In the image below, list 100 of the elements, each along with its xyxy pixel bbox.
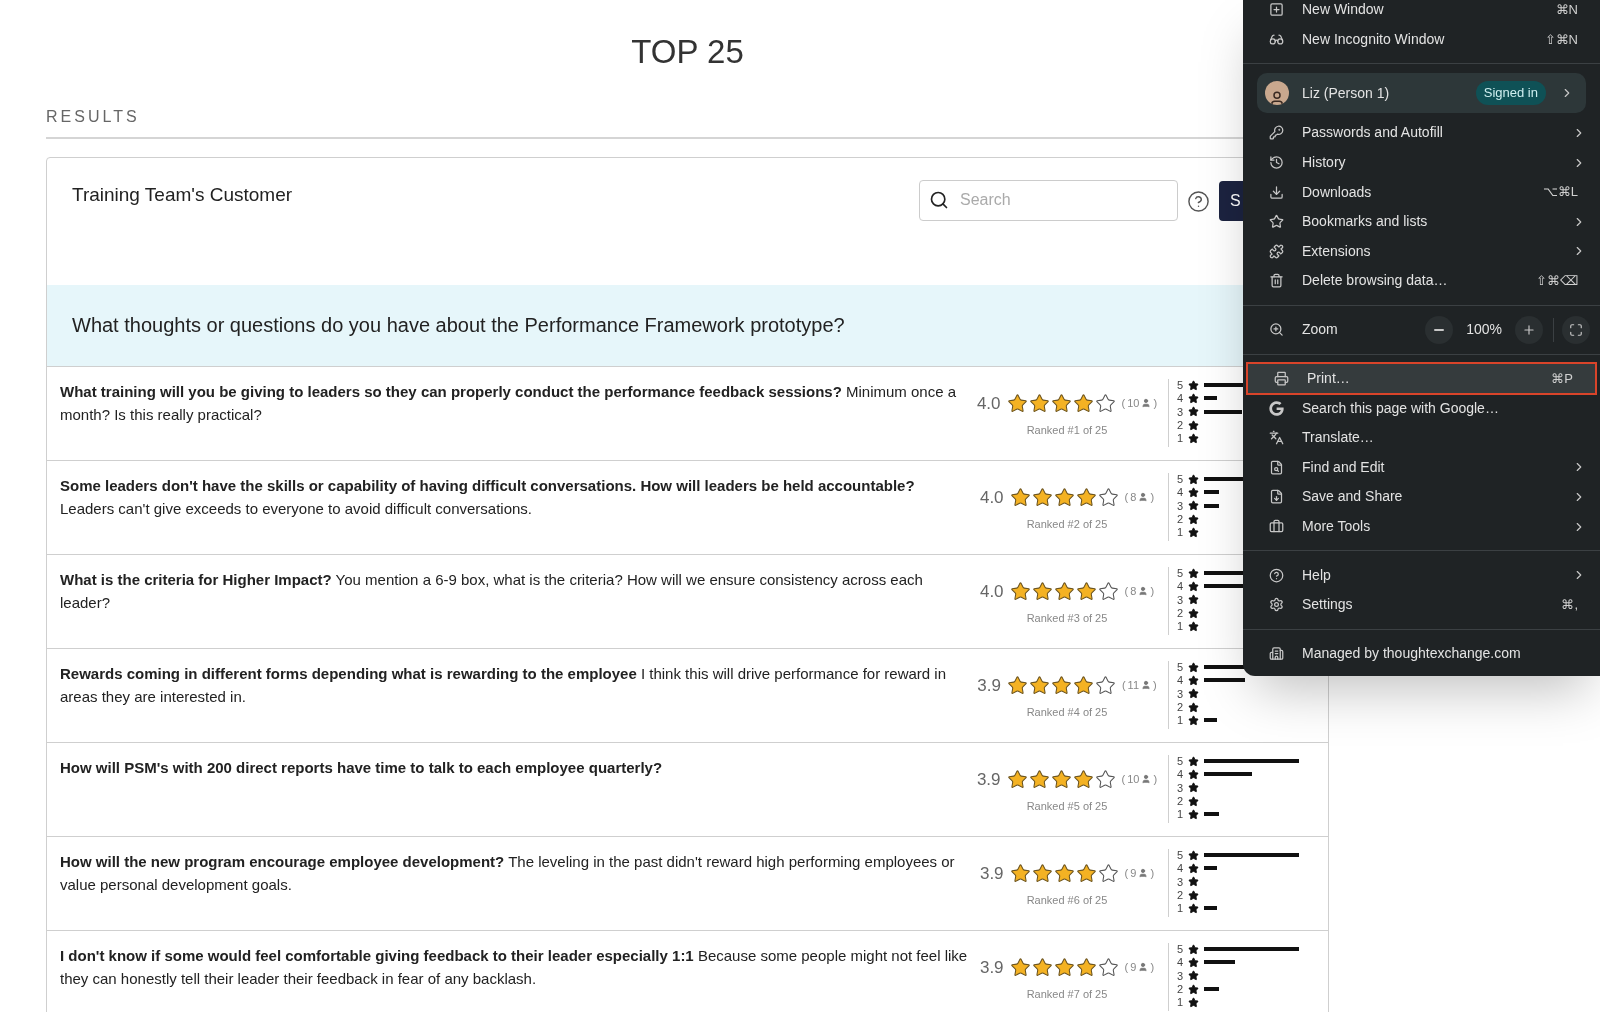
- avatar: [1265, 81, 1289, 106]
- zoom-label: Zoom: [1302, 320, 1338, 340]
- person-icon: [1138, 868, 1149, 879]
- menu-item[interactable]: Settings ⌘,: [1243, 589, 1600, 620]
- filled-star-icon: [1009, 580, 1031, 602]
- menu-item[interactable]: Extensions: [1243, 236, 1600, 267]
- fullscreen-button[interactable]: [1562, 315, 1590, 344]
- puzzle-icon: [1269, 243, 1284, 259]
- rating-label: 4: [1177, 861, 1185, 877]
- filled-star-icon: [1009, 862, 1031, 884]
- translate-icon: [1269, 430, 1284, 446]
- star-icon: [1188, 674, 1199, 686]
- star-icon: [1188, 808, 1199, 820]
- rating-bar: [1204, 906, 1218, 911]
- search-field[interactable]: Search: [919, 179, 1178, 221]
- rating-bar: [1204, 396, 1218, 401]
- menu-item[interactable]: Translate…: [1243, 422, 1600, 453]
- menu-item[interactable]: New Window ⌘N: [1243, 0, 1600, 25]
- rating-label: 5: [1177, 753, 1185, 769]
- menu-item[interactable]: New Incognito Window ⇧⌘N: [1243, 24, 1600, 55]
- menu-item[interactable]: History: [1243, 147, 1600, 178]
- thought-text: Rewards coming in different forms depending what is rewarding to the employee I think this will drive performance for reward in areas they are interested in.: [59, 663, 948, 707]
- score: 4.0: [976, 392, 1001, 415]
- zoom-level: 100%: [1466, 320, 1502, 340]
- rating-label: 4: [1177, 673, 1185, 689]
- filled-star-icon: [1006, 768, 1028, 790]
- thought-text: How will the new program encourage employee development? The leveling in the past didn't reward high performing employees or value personal development goals.: [59, 851, 956, 895]
- menu-item[interactable]: Bookmarks and lists: [1243, 206, 1600, 237]
- rank-label: Ranked #1 of 25: [1026, 423, 1108, 438]
- rating-label: 2: [1177, 605, 1185, 621]
- building-icon: [1269, 645, 1284, 661]
- signed-in-badge: Signed in: [1475, 81, 1546, 105]
- rating-bar: [1204, 772, 1252, 777]
- participant-count: ( 10 ): [1121, 772, 1158, 787]
- score: 3.9: [979, 956, 1004, 979]
- participant-count: ( 11 ): [1121, 678, 1157, 693]
- menu-item[interactable]: Help: [1243, 560, 1600, 590]
- star-icon: [1188, 379, 1199, 391]
- menu-item[interactable]: Delete browsing data… ⇧⌘⌫: [1243, 266, 1600, 296]
- person-icon: [1141, 774, 1152, 785]
- zoom-in-button[interactable]: [1515, 315, 1543, 344]
- filled-star-icon: [1028, 768, 1050, 790]
- filled-star-icon: [1050, 392, 1072, 414]
- shortcut-label: ⌘N: [1555, 1, 1578, 20]
- star-icon: [1188, 889, 1199, 901]
- rating-label: 4: [1177, 391, 1185, 407]
- score: 4.0: [979, 486, 1004, 509]
- menu-item[interactable]: Save and Share: [1243, 482, 1600, 512]
- filled-star-icon: [1072, 392, 1094, 414]
- participant-count: ( 9 ): [1124, 960, 1155, 975]
- star-icon: [1188, 661, 1199, 673]
- rank-label: Ranked #6 of 25: [1026, 893, 1108, 908]
- zoom-icon: [1269, 322, 1284, 338]
- rating-label: 4: [1177, 485, 1185, 501]
- rating-label: 2: [1177, 793, 1185, 809]
- star-icon: [1188, 862, 1199, 874]
- help-icon: [1269, 567, 1284, 583]
- star-icon: [1188, 392, 1199, 404]
- star-icon: [1188, 956, 1199, 968]
- filled-star-icon: [1075, 580, 1097, 602]
- filled-star-icon: [1053, 486, 1075, 508]
- star-icon: [1188, 513, 1199, 525]
- rating-label: 2: [1177, 417, 1185, 433]
- rating-label: 2: [1177, 511, 1185, 527]
- shortcut-label: ⌘,: [1561, 595, 1578, 614]
- filled-star-icon: [1031, 862, 1053, 884]
- menu-item[interactable]: Managed by thoughtexchange.com: [1243, 638, 1600, 669]
- menu-item[interactable]: Search this page with Google…: [1243, 393, 1600, 423]
- rank-label: Ranked #3 of 25: [1026, 611, 1108, 626]
- help-icon[interactable]: [1187, 189, 1210, 213]
- profile-row[interactable]: Liz (Person 1) Signed in: [1257, 73, 1586, 114]
- rating-label: 1: [1177, 619, 1185, 635]
- star-icon: [1188, 526, 1199, 538]
- rating-label: 5: [1177, 659, 1185, 675]
- printer-icon: [1274, 371, 1289, 387]
- star-icon: [1188, 755, 1199, 767]
- menu-item[interactable]: Passwords and Autofill: [1243, 118, 1600, 148]
- menu-item[interactable]: Print… ⌘P: [1248, 363, 1595, 394]
- filled-star-icon: [1072, 768, 1094, 790]
- shortcut-label: ⌘P: [1551, 369, 1573, 388]
- menu-item[interactable]: More Tools: [1243, 511, 1600, 542]
- star-icon: [1188, 567, 1199, 579]
- rank-label: Ranked #2 of 25: [1026, 517, 1108, 532]
- star-icon: [1188, 849, 1199, 861]
- rating-label: 5: [1177, 377, 1185, 393]
- menu-item[interactable]: Find and Edit: [1243, 452, 1600, 483]
- zoom-out-button[interactable]: [1425, 315, 1454, 344]
- menu-item[interactable]: Downloads ⌥⌘L: [1243, 177, 1600, 207]
- score: 3.9: [976, 768, 1001, 791]
- rating-label: 1: [1177, 431, 1185, 447]
- rating-label: 4: [1177, 767, 1185, 783]
- star-icon: [1188, 688, 1199, 700]
- settings-icon: [1269, 597, 1284, 613]
- star-icon: [1188, 432, 1199, 444]
- filled-star-icon: [1075, 862, 1097, 884]
- shortcut-label: ⇧⌘N: [1544, 30, 1578, 49]
- rating-label: 2: [1177, 887, 1185, 903]
- google-icon: [1269, 400, 1284, 416]
- question-text: What thoughts or questions do you have about the Performance Framework prototype?: [72, 313, 845, 338]
- rating-label: 1: [1177, 995, 1185, 1011]
